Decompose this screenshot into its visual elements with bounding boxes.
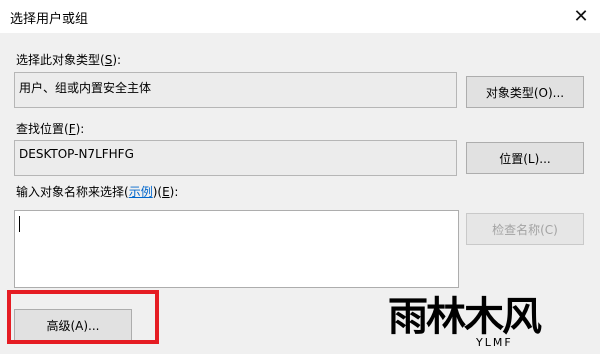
highlight-box <box>7 290 159 344</box>
title-bar: 选择用户或组 ✕ <box>0 0 600 33</box>
object-types-button[interactable]: 对象类型(O)... <box>466 76 584 108</box>
location-label-key: F <box>68 122 76 136</box>
watermark-main-text: 雨林木风 <box>388 293 542 340</box>
location-label-suffix: ): <box>75 122 85 136</box>
object-type-label: 选择此对象类型(S): <box>16 51 121 68</box>
object-names-label: 输入对象名称来选择(示例)(E): <box>16 183 178 200</box>
object-names-label-prefix: 输入对象名称来选择( <box>16 185 129 199</box>
location-label: 查找位置(F): <box>16 120 84 137</box>
object-type-field: 用户、组或内置安全主体 <box>14 72 457 108</box>
object-type-label-prefix: 选择此对象类型( <box>16 53 105 67</box>
examples-link[interactable]: 示例 <box>129 185 153 199</box>
object-names-input[interactable] <box>14 210 459 288</box>
object-names-label-mid: )( <box>152 185 163 199</box>
watermark-sub-text: YLMF <box>476 336 513 349</box>
object-names-label-suffix: ): <box>169 185 179 199</box>
locations-button[interactable]: 位置(L)... <box>466 142 584 174</box>
object-type-label-suffix: ): <box>112 53 122 67</box>
check-names-button[interactable]: 检查名称(C) <box>466 213 584 245</box>
text-caret <box>19 216 20 232</box>
close-icon[interactable]: ✕ <box>566 2 596 30</box>
location-field: DESKTOP-N7LFHFG <box>14 140 457 176</box>
watermark-logo: 雨林木风 YLMF <box>388 296 596 354</box>
location-label-prefix: 查找位置( <box>16 122 69 136</box>
window-title: 选择用户或组 <box>10 12 89 27</box>
object-names-label-key: E <box>162 185 170 199</box>
